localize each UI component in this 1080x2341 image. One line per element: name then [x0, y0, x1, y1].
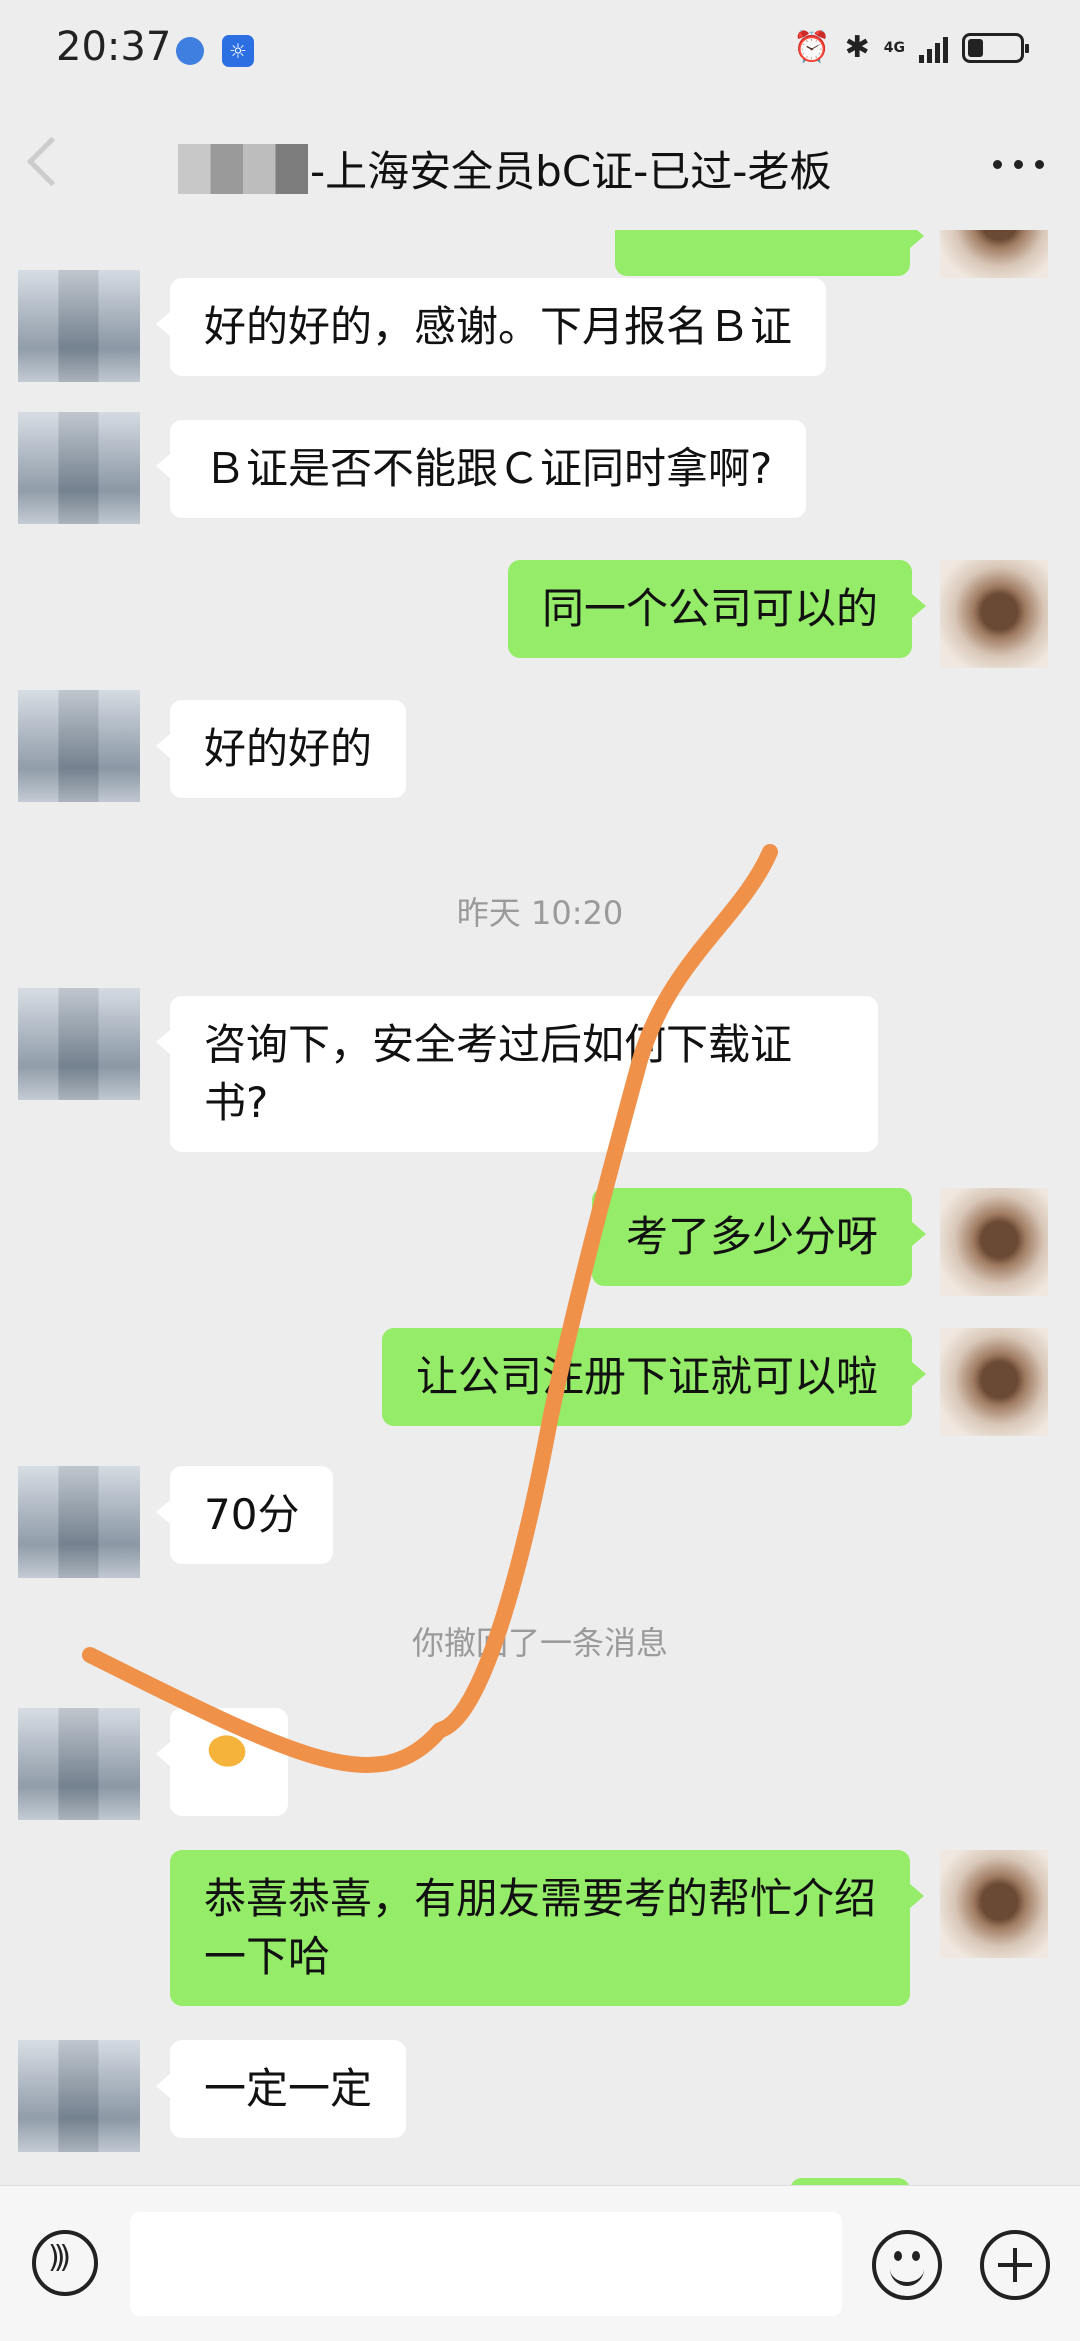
- avatar-other[interactable]: [18, 412, 140, 524]
- chat-title: -上海安全员bC证-已过-老板: [310, 147, 832, 196]
- message-bubble[interactable]: 好的好的，感谢。下月报名Ｂ证: [155, 278, 827, 376]
- battery-icon: [962, 32, 1029, 63]
- message-bubble-partial: [615, 230, 924, 276]
- avatar-other[interactable]: [18, 1466, 140, 1578]
- status-right: ⏰ ✱ 4G: [793, 30, 1029, 65]
- avatar-other[interactable]: [18, 2040, 140, 2152]
- more-icon[interactable]: [993, 160, 1044, 169]
- emoji-icon[interactable]: [872, 2230, 942, 2300]
- bulb-notification-icon: ☼: [222, 35, 254, 67]
- message-bubble[interactable]: 好的好的: [155, 700, 407, 798]
- bluetooth-icon: ✱: [844, 30, 870, 65]
- avatar-other[interactable]: [18, 690, 140, 802]
- network-type: 4G: [883, 39, 905, 56]
- message-bubble[interactable]: 70分: [155, 1466, 334, 1564]
- chat-header: -上海安全员bC证-已过-老板: [0, 100, 1080, 230]
- signal-icon: [919, 33, 948, 63]
- title-mosaic: [178, 144, 308, 194]
- message-bubble-emoji[interactable]: [156, 1708, 288, 1816]
- back-arrow-icon[interactable]: [26, 136, 77, 187]
- recall-notice: 你撤回了一条消息: [411, 1624, 668, 1662]
- message-bubble[interactable]: 同一个公司可以的: [507, 560, 927, 658]
- message-bubble[interactable]: 一定一定: [155, 2040, 407, 2138]
- message-bubble[interactable]: 恭喜恭喜，有朋友需要考的帮忙介绍一下哈: [170, 1850, 924, 2006]
- app-notification-icon: [176, 37, 204, 65]
- avatar-other[interactable]: [18, 270, 140, 382]
- avatar-other[interactable]: [18, 1708, 140, 1820]
- avatar-self[interactable]: [940, 230, 1048, 278]
- message-bubble[interactable]: 考了多少分呀: [591, 1188, 927, 1286]
- input-bar: [0, 2185, 1080, 2341]
- avatar-self[interactable]: [940, 1188, 1048, 1296]
- alarm-icon: ⏰: [793, 30, 831, 65]
- avatar-self[interactable]: [940, 1850, 1048, 1958]
- avatar-self[interactable]: [940, 1328, 1048, 1436]
- message-bubble[interactable]: Ｂ证是否不能跟Ｃ证同时拿啊?: [155, 420, 807, 518]
- message-bubble[interactable]: 咨询下，安全考过后如何下载证书?: [156, 996, 878, 1152]
- plus-icon[interactable]: [980, 2230, 1050, 2300]
- message-bubble[interactable]: 让公司注册下证就可以啦: [381, 1328, 927, 1426]
- avatar-other[interactable]: [18, 988, 140, 1100]
- avatar-self[interactable]: [940, 560, 1048, 668]
- status-bar: 20:37 ☼ ⏰ ✱ 4G: [0, 0, 1080, 100]
- chat-message-list[interactable]: 好的好的，感谢。下月报名Ｂ证 Ｂ证是否不能跟Ｃ证同时拿啊? 同一个公司可以的 好…: [0, 230, 1080, 2185]
- message-bubble-partial: [790, 2178, 910, 2185]
- message-timestamp: 昨天 10:20: [456, 894, 624, 932]
- status-time: 20:37: [56, 24, 172, 70]
- voice-icon[interactable]: [32, 2230, 98, 2296]
- ok-hand-emoji-icon: [204, 1728, 254, 1772]
- message-input[interactable]: [130, 2212, 842, 2316]
